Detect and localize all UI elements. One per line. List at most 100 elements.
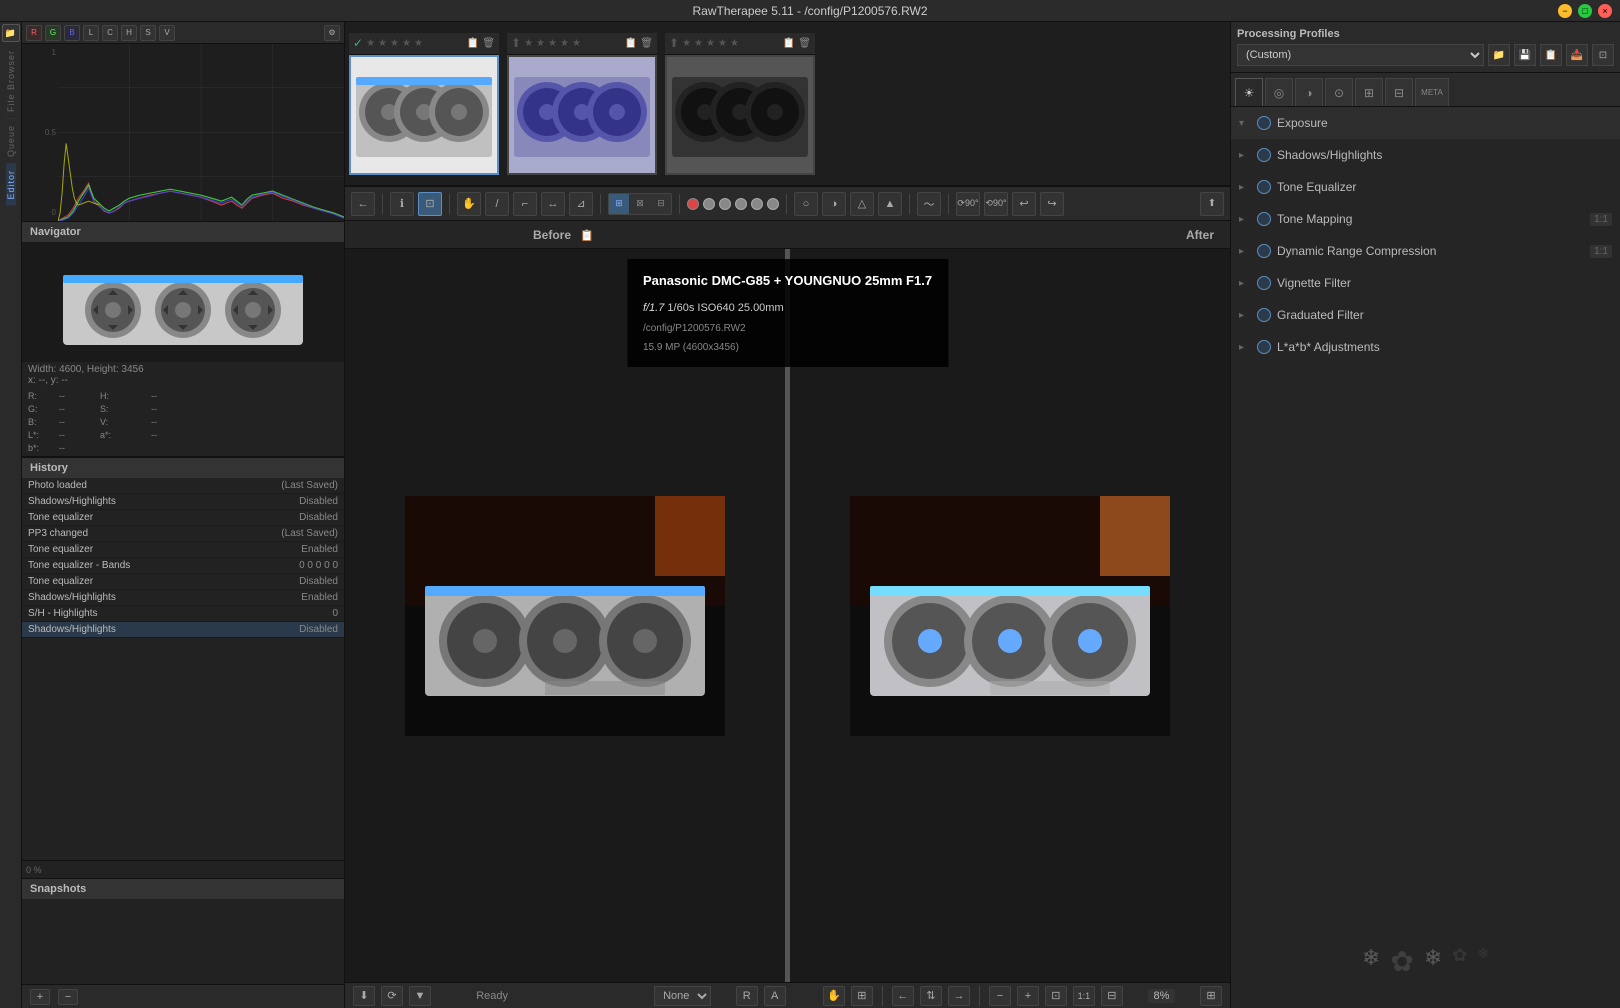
film-star-3c[interactable]: ★ bbox=[706, 38, 715, 49]
history-item[interactable]: S/H - Highlights0 bbox=[22, 606, 344, 622]
tool-toggle-lab-adjustments[interactable] bbox=[1257, 340, 1271, 354]
navigate-back-button[interactable]: ← bbox=[351, 192, 375, 216]
film-delete-1[interactable]: 🗑 bbox=[482, 38, 495, 49]
color-picker-gray4[interactable] bbox=[751, 198, 763, 210]
sidebar-label-file-browser[interactable]: File Browser bbox=[6, 44, 16, 118]
film-star-3b[interactable]: ★ bbox=[694, 38, 703, 49]
tab-exposure[interactable]: ☀ bbox=[1235, 78, 1263, 106]
film-star-2a[interactable]: ★ bbox=[524, 38, 533, 49]
grid-btn-3[interactable]: ⊟ bbox=[651, 194, 671, 214]
next-image-button[interactable]: → bbox=[948, 986, 970, 1006]
history-item[interactable]: Photo loaded(Last Saved) bbox=[22, 478, 344, 494]
film-thumbnail-2[interactable] bbox=[507, 55, 657, 175]
hand-mode-button[interactable]: ✋ bbox=[823, 986, 845, 1006]
tool-row-dynamic-range[interactable]: ▸ Dynamic Range Compression 1:1 bbox=[1231, 235, 1620, 267]
film-star-1d[interactable]: ★ bbox=[402, 38, 411, 49]
tool-toggle-tone-equalizer[interactable] bbox=[1257, 180, 1271, 194]
copy-before-icon[interactable]: 📋 bbox=[580, 230, 594, 242]
color-picker-gray5[interactable] bbox=[767, 198, 779, 210]
hist-btn-h[interactable]: H bbox=[121, 25, 137, 41]
zoom-fit-button[interactable]: ⊡ bbox=[1045, 986, 1067, 1006]
film-export-3[interactable]: ⬆ bbox=[669, 36, 679, 50]
tab-color[interactable]: ◑ bbox=[1295, 78, 1323, 106]
color-picker-gray3[interactable] bbox=[735, 198, 747, 210]
film-star-1a[interactable]: ★ bbox=[366, 38, 375, 49]
sync-button[interactable]: ⇅ bbox=[920, 986, 942, 1006]
tool-row-shadows-highlights[interactable]: ▸ Shadows/Highlights bbox=[1231, 139, 1620, 171]
film-star-3a[interactable]: ★ bbox=[682, 38, 691, 49]
pp-select[interactable]: (Custom) bbox=[1237, 44, 1484, 66]
zoom-dropdown-arrow[interactable]: ▼ bbox=[409, 986, 431, 1006]
hist-btn-l[interactable]: L bbox=[83, 25, 99, 41]
grid-btn-1[interactable]: ⊞ bbox=[609, 194, 629, 214]
film-star-2e[interactable]: ★ bbox=[572, 38, 581, 49]
history-list[interactable]: Photo loaded(Last Saved)Shadows/Highligh… bbox=[22, 478, 344, 860]
history-item[interactable]: Tone equalizerDisabled bbox=[22, 510, 344, 526]
history-item[interactable]: Shadows/HighlightsEnabled bbox=[22, 590, 344, 606]
undo-button[interactable]: ↩ bbox=[1012, 192, 1036, 216]
close-button[interactable]: × bbox=[1598, 4, 1612, 18]
zoom-100-button[interactable]: 1:1 bbox=[1073, 986, 1095, 1006]
maximize-button[interactable]: □ bbox=[1578, 4, 1592, 18]
hist-btn-settings[interactable]: ⚙ bbox=[324, 25, 340, 41]
pp-load-button[interactable]: 📥 bbox=[1566, 44, 1588, 66]
export-button[interactable]: ⬆ bbox=[1200, 192, 1224, 216]
circle-half-button[interactable]: ◑ bbox=[822, 192, 846, 216]
film-star-1b[interactable]: ★ bbox=[378, 38, 387, 49]
film-copy-1[interactable]: 📋 bbox=[467, 38, 479, 49]
tool-toggle-vignette-filter[interactable] bbox=[1257, 276, 1271, 290]
film-export-2[interactable]: ⬆ bbox=[511, 36, 521, 50]
film-copy-2[interactable]: 📋 bbox=[625, 38, 637, 49]
zoom-out-button[interactable]: − bbox=[989, 986, 1011, 1006]
film-star-3d[interactable]: ★ bbox=[718, 38, 727, 49]
tool-row-graduated-filter[interactable]: ▸ Graduated Filter bbox=[1231, 299, 1620, 331]
tool-toggle-dynamic-range[interactable] bbox=[1257, 244, 1271, 258]
wave-button[interactable]: 〜 bbox=[917, 192, 941, 216]
tab-transform[interactable]: ⊞ bbox=[1355, 78, 1383, 106]
history-item[interactable]: PP3 changed(Last Saved) bbox=[22, 526, 344, 542]
tab-meta[interactable]: META bbox=[1415, 78, 1449, 106]
remove-snapshot-button[interactable]: − bbox=[58, 989, 78, 1005]
fullscreen-button[interactable]: ⊞ bbox=[1200, 986, 1222, 1006]
film-thumbnail-3[interactable] bbox=[665, 55, 815, 175]
warning-solid-button[interactable]: ▲ bbox=[878, 192, 902, 216]
pp-folder-button[interactable]: 📁 bbox=[1488, 44, 1510, 66]
hist-btn-r[interactable]: R bbox=[26, 25, 42, 41]
history-item[interactable]: Tone equalizerEnabled bbox=[22, 542, 344, 558]
sidebar-icon-folder[interactable]: 📁 bbox=[2, 24, 20, 42]
info-button[interactable]: ℹ bbox=[390, 192, 414, 216]
transform-button[interactable]: ↔ bbox=[541, 192, 565, 216]
export-queue-button[interactable]: ⬇ bbox=[353, 986, 375, 1006]
grid-btn-2[interactable]: ⊠ bbox=[630, 194, 650, 214]
perspective-button[interactable]: ⊿ bbox=[569, 192, 593, 216]
sidebar-label-queue[interactable]: Queue bbox=[6, 118, 16, 164]
profile-button[interactable]: ⟳ bbox=[381, 986, 403, 1006]
tab-advanced[interactable]: ⊙ bbox=[1325, 78, 1353, 106]
film-delete-2[interactable]: 🗑 bbox=[640, 38, 653, 49]
color-picker-gray2[interactable] bbox=[719, 198, 731, 210]
tool-toggle-tone-mapping[interactable] bbox=[1257, 212, 1271, 226]
hand-tool-button[interactable]: ✋ bbox=[457, 192, 481, 216]
channel-r-button[interactable]: R bbox=[736, 986, 758, 1006]
film-star-1e[interactable]: ★ bbox=[414, 38, 423, 49]
crop-display-button[interactable]: ⊡ bbox=[418, 192, 442, 216]
hist-btn-s[interactable]: S bbox=[140, 25, 156, 41]
film-delete-3[interactable]: 🗑 bbox=[798, 38, 811, 49]
film-thumbnail-1[interactable] bbox=[349, 55, 499, 175]
pipe-button[interactable]: ○ bbox=[794, 192, 818, 216]
warning-triangle-button[interactable]: △ bbox=[850, 192, 874, 216]
sidebar-label-editor[interactable]: Editor bbox=[6, 164, 16, 206]
zoom-in-button[interactable]: + bbox=[1017, 986, 1039, 1006]
straighten-button[interactable]: / bbox=[485, 192, 509, 216]
pp-partial-button[interactable]: ⊡ bbox=[1592, 44, 1614, 66]
hist-btn-v[interactable]: V bbox=[159, 25, 175, 41]
channel-a-button[interactable]: A bbox=[764, 986, 786, 1006]
hist-btn-g[interactable]: G bbox=[45, 25, 61, 41]
film-star-2b[interactable]: ★ bbox=[536, 38, 545, 49]
none-dropdown[interactable]: None bbox=[654, 986, 711, 1006]
tool-row-exposure[interactable]: ▾ Exposure bbox=[1231, 107, 1620, 139]
crop-button[interactable]: ⌐ bbox=[513, 192, 537, 216]
film-star-2d[interactable]: ★ bbox=[560, 38, 569, 49]
history-item[interactable]: Shadows/HighlightsDisabled bbox=[22, 494, 344, 510]
tool-row-tone-equalizer[interactable]: ▸ Tone Equalizer bbox=[1231, 171, 1620, 203]
